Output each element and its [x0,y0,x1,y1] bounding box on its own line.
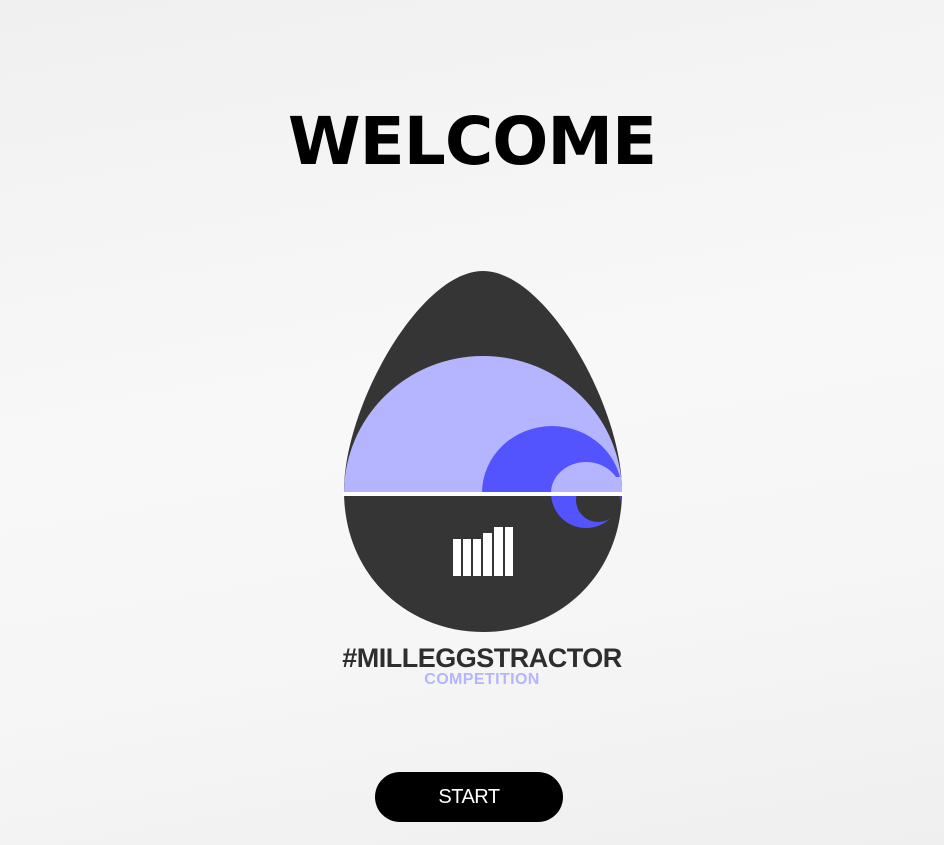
divider-line [343,492,623,496]
brand-subtitle: COMPETITION [424,671,540,688]
page-title: WELCOME [287,103,657,180]
small-circle-inner-cover [574,477,622,493]
start-button[interactable]: START [375,772,563,822]
logo [338,266,628,638]
egg-logo-icon [343,271,623,632]
